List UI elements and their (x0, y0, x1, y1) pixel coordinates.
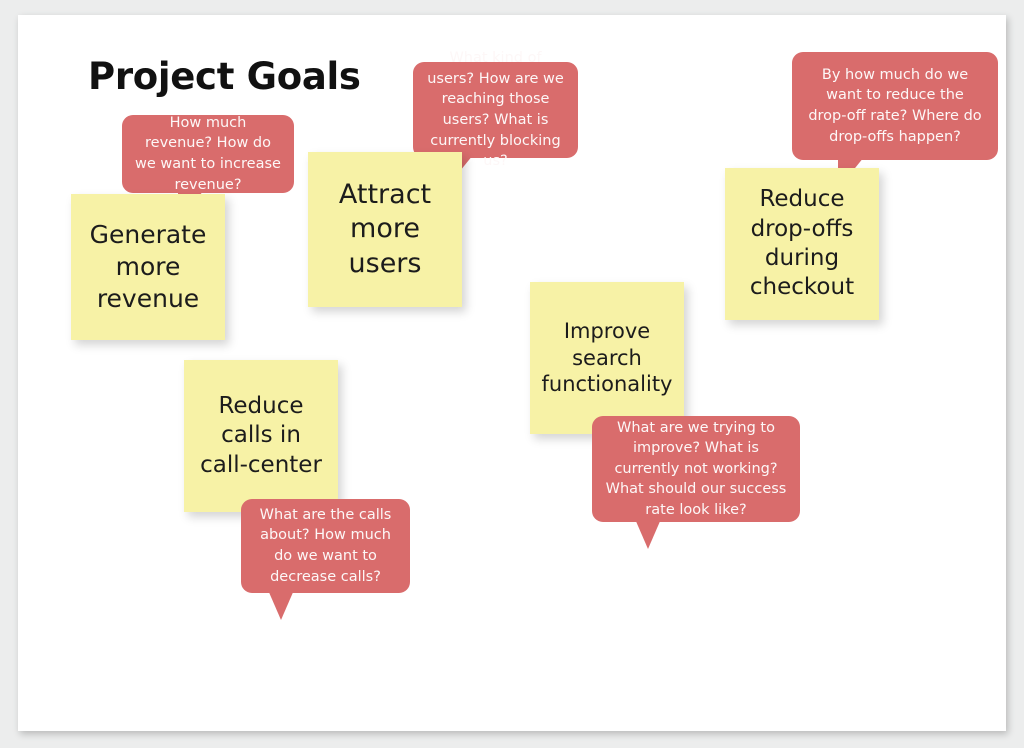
sticky-note-reduce-drop-offs-during-checkout-text: Reduce drop-offs during checkout (749, 186, 855, 301)
sticky-note-improve-search-functionality[interactable]: Improve search functionality (530, 282, 684, 434)
sticky-note-reduce-calls-in-call-center-text: Reduce calls in call-center (200, 392, 322, 478)
callout-revenue-questions[interactable]: How much revenue? How do we want to incr… (122, 115, 294, 193)
sticky-note-improve-search-functionality-text: Improve search functionality (541, 318, 673, 397)
callout-revenue-questions-text: How much revenue? How do we want to incr… (135, 114, 281, 193)
board-content-layer: Project Goals How much revenue? How do w… (0, 0, 1024, 748)
sticky-note-reduce-drop-offs-during-checkout[interactable]: Reduce drop-offs during checkout (725, 168, 879, 320)
callout-calls-questions[interactable]: What are the calls about? How much do we… (241, 499, 410, 593)
callout-search-questions[interactable]: What are we trying to improve? What is c… (592, 416, 800, 522)
sticky-note-generate-more-revenue-text: Generate more revenue (89, 220, 207, 313)
sticky-note-reduce-calls-in-call-center[interactable]: Reduce calls in call-center (184, 360, 338, 512)
sticky-note-attract-more-users[interactable]: Attract more users (308, 152, 462, 307)
callout-drop-off-questions[interactable]: By how much do we want to reduce the dro… (792, 52, 998, 160)
callout-users-questions[interactable]: What kind of users? How are we reaching … (413, 50, 578, 169)
callout-search-questions-text: What are we trying to improve? What is c… (605, 419, 787, 518)
sticky-note-generate-more-revenue[interactable]: Generate more revenue (71, 194, 225, 340)
callout-calls-questions-tail (268, 590, 294, 620)
callout-drop-off-questions-text: By how much do we want to reduce the dro… (808, 66, 982, 145)
sticky-note-attract-more-users-text: Attract more users (338, 178, 432, 279)
page-title: Project Goals (88, 55, 361, 98)
callout-search-questions-tail (635, 519, 661, 549)
callout-calls-questions-text: What are the calls about? How much do we… (259, 506, 392, 585)
